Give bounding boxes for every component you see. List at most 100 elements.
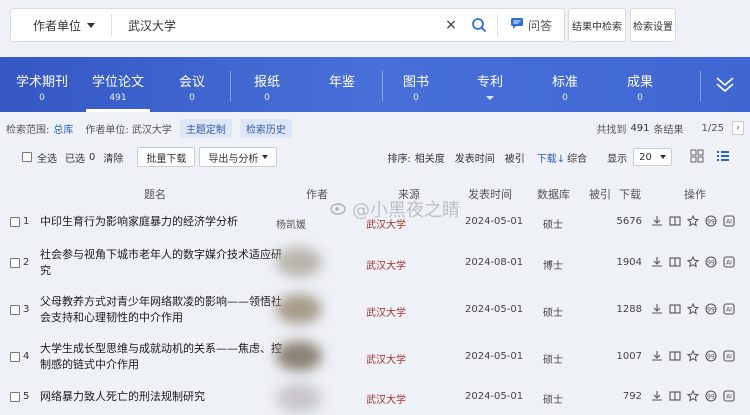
favorite-star-icon[interactable] (687, 350, 699, 362)
cite-icon[interactable]: 99 (705, 215, 717, 227)
row-source[interactable]: 武汉大学 (366, 304, 406, 319)
row-checkbox[interactable] (10, 391, 20, 402)
row-checkbox[interactable] (10, 216, 20, 227)
clear-icon[interactable]: × (441, 17, 461, 33)
search-scope-row: 检索范围: 总库 作者单位: 武汉大学 主题定制 检索历史 共找到 491 条结… (0, 116, 750, 140)
sort-date[interactable]: 发表时间 (455, 150, 495, 165)
row-source[interactable]: 武汉大学 (366, 257, 406, 272)
list-view-icon[interactable] (716, 149, 730, 166)
page-size-select[interactable]: 20 (633, 148, 672, 166)
clear-button[interactable]: 清除 (103, 150, 123, 165)
row-database: 硕士 (543, 395, 563, 406)
row-actions: 99 AI (651, 215, 735, 227)
qa-button[interactable]: 问答 (498, 17, 564, 34)
row-source[interactable]: 武汉大学 (366, 216, 406, 231)
cite-icon[interactable]: 99 (705, 390, 717, 402)
download-icon[interactable] (651, 303, 663, 315)
found-suffix: 条结果 (653, 124, 684, 136)
scope-label: 检索范围: (6, 124, 50, 136)
row-source[interactable]: 武汉大学 (366, 351, 406, 366)
row-title-link[interactable]: 社会参与视角下城市老年人的数字媒介技术适应研究 (40, 247, 285, 279)
category-tabs: 学术期刊 0 学位论文 491 会议 0 报纸 0 年鉴 图书 0 专利 标准 … (0, 57, 750, 112)
search-history-chip[interactable]: 检索历史 (239, 118, 292, 138)
download-icon[interactable] (651, 350, 663, 362)
chevron-down-icon (486, 96, 494, 100)
tab-label: 报纸 (253, 75, 280, 90)
row-number: 3 (10, 304, 29, 315)
sort-cited[interactable]: 被引 (505, 150, 525, 165)
divider (382, 71, 383, 101)
row-title-link[interactable]: 大学生成长型思维与成就动机的关系——焦虑、控制感的链式中介作用 (40, 341, 285, 373)
select-all-checkbox[interactable] (22, 152, 32, 162)
read-book-icon[interactable] (669, 303, 681, 315)
read-book-icon[interactable] (669, 256, 681, 268)
row-actions: 99 AI (651, 390, 735, 402)
search-input[interactable] (112, 9, 441, 41)
search-in-results-button[interactable]: 结果中检索 (568, 8, 626, 42)
selected-count: 0 (89, 151, 96, 163)
search-field-select[interactable]: 作者单位 (11, 9, 111, 41)
export-label: 导出与分析 (208, 153, 259, 165)
tab-theses[interactable]: 学位论文 491 (88, 71, 148, 103)
row-title-link[interactable]: 父母教养方式对青少年网络欺凌的影响——领悟社会支持和心理韧性的中介作用 (40, 294, 285, 326)
grid-view-icon[interactable] (690, 149, 704, 166)
row-number: 5 (10, 391, 29, 402)
row-source[interactable]: 武汉大学 (366, 391, 406, 406)
cite-icon[interactable]: 99 (705, 303, 717, 315)
sort-overall[interactable]: 综合 (567, 150, 587, 165)
scope-db-link[interactable]: 总库 (53, 121, 73, 136)
chat-icon (510, 17, 524, 33)
row-actions: 99 AI (651, 303, 735, 315)
search-settings-button[interactable]: 检索设置 (630, 8, 676, 42)
row-database: 硕士 (543, 355, 563, 366)
row-checkbox[interactable] (10, 257, 20, 268)
author-redacted (276, 341, 322, 371)
row-checkbox[interactable] (10, 351, 20, 362)
read-book-icon[interactable] (669, 350, 681, 362)
tab-achievements[interactable]: 成果 0 (610, 71, 670, 103)
tab-patents[interactable]: 专利 (460, 71, 520, 100)
row-checkbox[interactable] (10, 304, 20, 315)
expand-chevron-icon[interactable] (714, 73, 736, 95)
search-icon[interactable] (461, 9, 497, 41)
tab-conferences[interactable]: 会议 0 (162, 71, 222, 103)
download-icon[interactable] (651, 390, 663, 402)
export-analysis-button[interactable]: 导出与分析 (199, 147, 278, 167)
row-author[interactable]: 杨凯媛 (276, 216, 306, 231)
row-title-link[interactable]: 网络暴力致人死亡的刑法规制研究 (40, 389, 285, 405)
ai-icon[interactable]: AI (723, 390, 735, 402)
qa-label: 问答 (527, 18, 552, 33)
cite-icon[interactable]: 99 (705, 350, 717, 362)
download-icon[interactable] (651, 256, 663, 268)
row-date: 2024-05-01 (465, 304, 524, 315)
download-icon[interactable] (651, 215, 663, 227)
svg-text:AI: AI (726, 354, 732, 361)
tab-journals[interactable]: 学术期刊 0 (12, 71, 72, 103)
tab-label: 专利 (476, 75, 503, 90)
favorite-star-icon[interactable] (687, 256, 699, 268)
ai-icon[interactable]: AI (723, 350, 735, 362)
theme-custom-chip[interactable]: 主题定制 (179, 118, 232, 138)
ai-icon[interactable]: AI (723, 256, 735, 268)
sort-relevance[interactable]: 相关度 (415, 150, 445, 165)
divider (230, 71, 231, 101)
tab-books[interactable]: 图书 0 (386, 71, 446, 103)
cite-icon[interactable]: 99 (705, 256, 717, 268)
tab-newspapers[interactable]: 报纸 0 (237, 71, 297, 103)
tab-standards[interactable]: 标准 0 (535, 71, 595, 103)
favorite-star-icon[interactable] (687, 390, 699, 402)
ai-icon[interactable]: AI (723, 303, 735, 315)
read-book-icon[interactable] (669, 390, 681, 402)
sort-download[interactable]: 下载↓ (537, 150, 565, 165)
batch-download-button[interactable]: 批量下载 (137, 147, 196, 167)
tab-count: 491 (109, 93, 127, 103)
favorite-star-icon[interactable] (687, 215, 699, 227)
svg-text:AI: AI (726, 307, 732, 314)
ai-icon[interactable]: AI (723, 215, 735, 227)
selected-label: 已选 (65, 153, 85, 165)
favorite-star-icon[interactable] (687, 303, 699, 315)
next-page-icon[interactable]: › (732, 121, 744, 135)
tab-yearbooks[interactable]: 年鉴 (312, 71, 372, 90)
row-title-link[interactable]: 中印生育行为影响家庭暴力的经济学分析 (40, 214, 285, 230)
read-book-icon[interactable] (669, 215, 681, 227)
